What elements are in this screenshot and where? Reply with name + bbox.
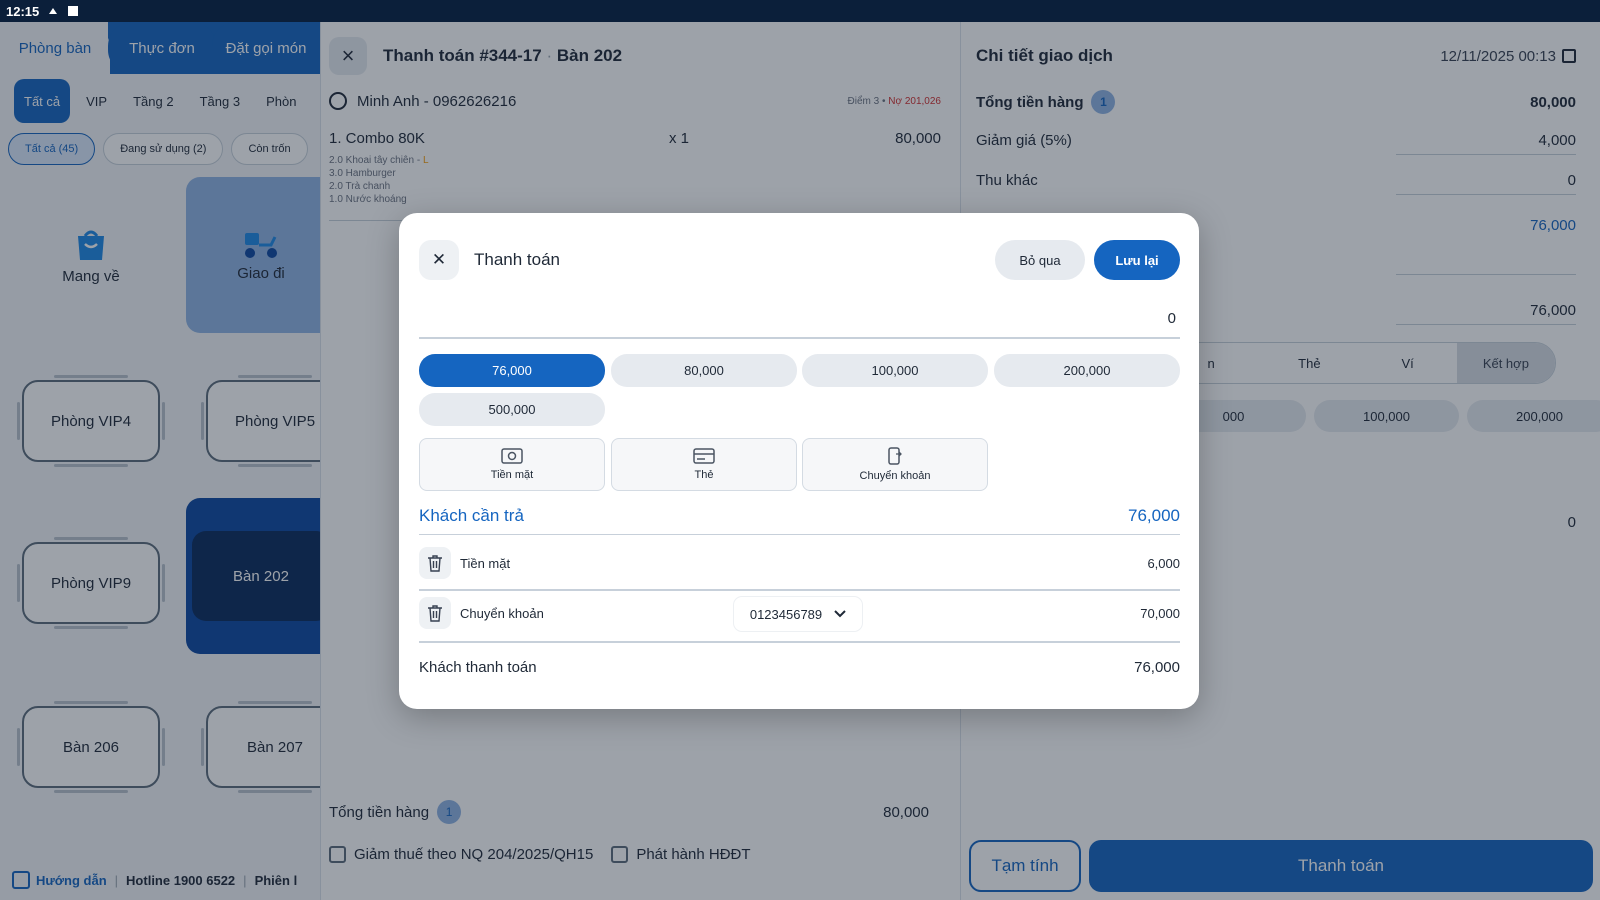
delete-cash-button[interactable] [419, 547, 451, 579]
delete-transfer-button[interactable] [419, 597, 451, 629]
trash-icon [428, 605, 442, 622]
status-bar: 12:15 [0, 0, 1600, 22]
close-dialog-button[interactable]: ✕ [419, 240, 459, 280]
payment-line-label: Chuyển khoản [460, 605, 544, 621]
save-button[interactable]: Lưu lại [1094, 240, 1180, 280]
chevron-down-icon [834, 610, 846, 618]
add-card-method[interactable]: Thẻ [611, 438, 797, 491]
customer-paid-row: Khách thanh toán 76,000 [419, 659, 1180, 676]
customer-paid-label: Khách thanh toán [419, 659, 537, 676]
add-transfer-method[interactable]: Chuyển khoản [802, 438, 988, 491]
amount-due-value: 76,000 [1128, 506, 1180, 525]
payment-dialog: ✕ Thanh toán Bỏ qua Lưu lại 0 76,000 80,… [399, 213, 1199, 709]
bank-account-select[interactable]: 0123456789 [734, 597, 862, 631]
payment-line-cash: Tiền mặt 6,000 [419, 547, 1180, 579]
close-icon: ✕ [431, 250, 447, 269]
phone-transfer-icon [888, 447, 902, 465]
skip-button[interactable]: Bỏ qua [995, 240, 1085, 280]
quick-amount-button[interactable]: 80,000 [611, 354, 797, 387]
amount-due-label: Khách cần trả [419, 506, 524, 525]
payment-line-label: Tiền mặt [460, 555, 511, 571]
trash-icon [428, 555, 442, 572]
payment-line-amount[interactable]: 6,000 [1147, 556, 1180, 571]
quick-amount-button[interactable]: 100,000 [802, 354, 988, 387]
customer-paid-value: 76,000 [1134, 659, 1180, 676]
quick-amount-button[interactable]: 200,000 [994, 354, 1180, 387]
dialog-title: Thanh toán [474, 250, 561, 269]
add-cash-method[interactable]: Tiền mặt [419, 438, 605, 491]
amount-input[interactable]: 0 [419, 299, 1180, 339]
card-icon [693, 448, 715, 464]
amount-due-row: Khách cần trả 76,000 [419, 506, 1180, 535]
payment-line-amount[interactable]: 70,000 [1140, 606, 1180, 621]
status-time: 12:15 [6, 3, 40, 19]
quick-amount-button[interactable]: 500,000 [419, 393, 605, 426]
notification-icon [68, 6, 79, 16]
cloud-icon [49, 8, 58, 14]
bank-account-value: 0123456789 [749, 606, 823, 622]
payment-line-transfer: Chuyển khoản 70,000 0123456789 [419, 597, 1180, 631]
quick-amount-button[interactable]: 76,000 [419, 354, 605, 387]
cash-icon [501, 448, 523, 464]
